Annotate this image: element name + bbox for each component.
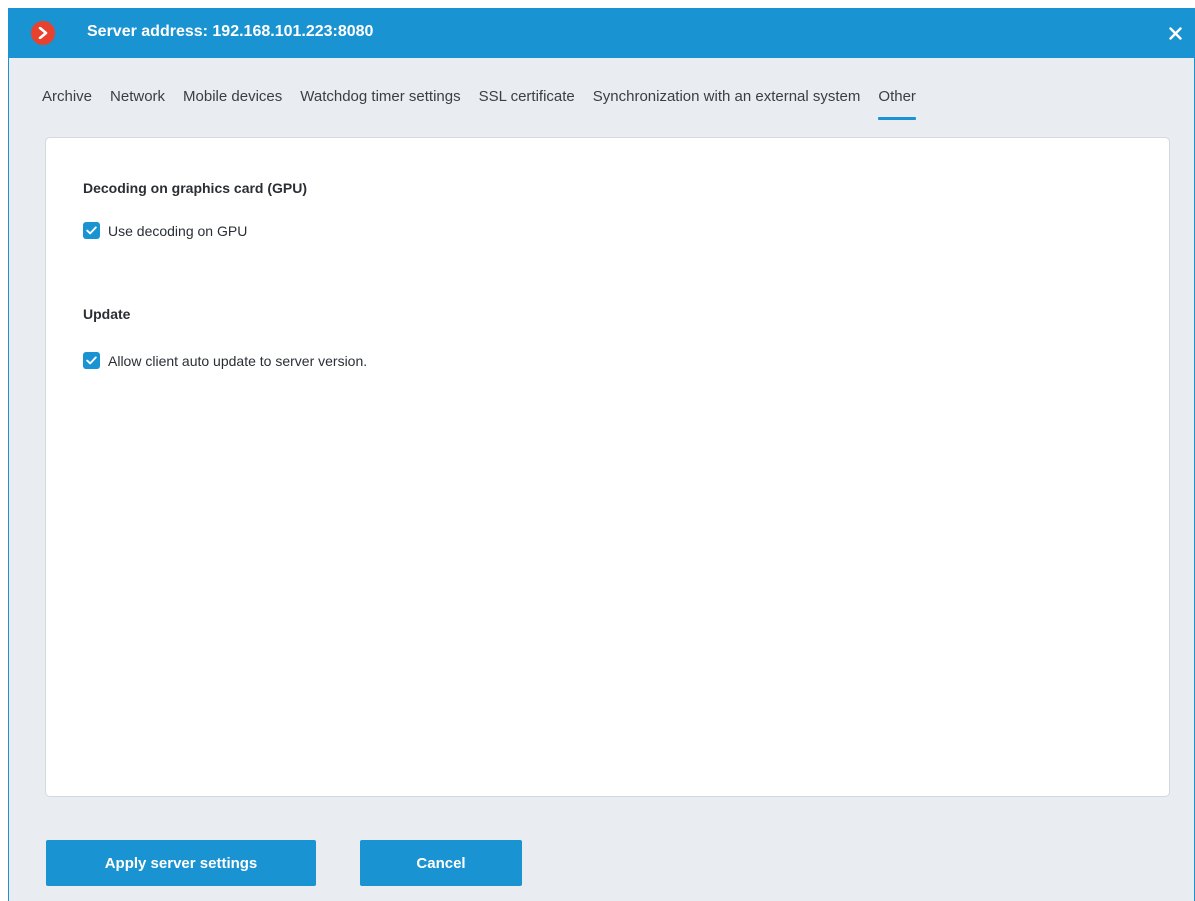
server-settings-window: Server address: 192.168.101.223:8080 Arc… xyxy=(8,8,1195,901)
update-section-title: Update xyxy=(83,306,131,322)
tab-archive[interactable]: Archive xyxy=(42,88,101,118)
auto-update-checkbox[interactable] xyxy=(83,352,100,369)
settings-panel: Decoding on graphics card (GPU) Use deco… xyxy=(45,137,1170,797)
auto-update-label: Allow client auto update to server versi… xyxy=(108,352,368,369)
gpu-decoding-label: Use decoding on GPU xyxy=(108,222,248,239)
title-bar: Server address: 192.168.101.223:8080 xyxy=(9,8,1194,58)
gpu-decoding-checkbox[interactable] xyxy=(83,222,100,239)
apply-server-settings-button[interactable]: Apply server settings xyxy=(46,840,316,886)
gpu-section-title: Decoding on graphics card (GPU) xyxy=(83,180,308,196)
window-title: Server address: 192.168.101.223:8080 xyxy=(87,23,374,40)
app-logo-icon xyxy=(31,21,55,45)
tab-watchdog-timer-settings[interactable]: Watchdog timer settings xyxy=(291,88,469,118)
tab-network[interactable]: Network xyxy=(101,88,174,118)
checkmark-icon xyxy=(86,226,97,235)
tab-other[interactable]: Other xyxy=(869,88,925,120)
tab-mobile-devices[interactable]: Mobile devices xyxy=(174,88,291,118)
close-icon[interactable] xyxy=(1164,22,1186,44)
auto-update-option[interactable]: Allow client auto update to server versi… xyxy=(83,352,367,369)
checkmark-icon xyxy=(86,356,97,365)
cancel-button[interactable]: Cancel xyxy=(360,840,522,886)
tab-ssl-certificate[interactable]: SSL certificate xyxy=(470,88,584,118)
tab-synchronization[interactable]: Synchronization with an external system xyxy=(584,88,870,118)
settings-tabs: Archive Network Mobile devices Watchdog … xyxy=(42,88,925,128)
gpu-decoding-option[interactable]: Use decoding on GPU xyxy=(83,222,247,239)
